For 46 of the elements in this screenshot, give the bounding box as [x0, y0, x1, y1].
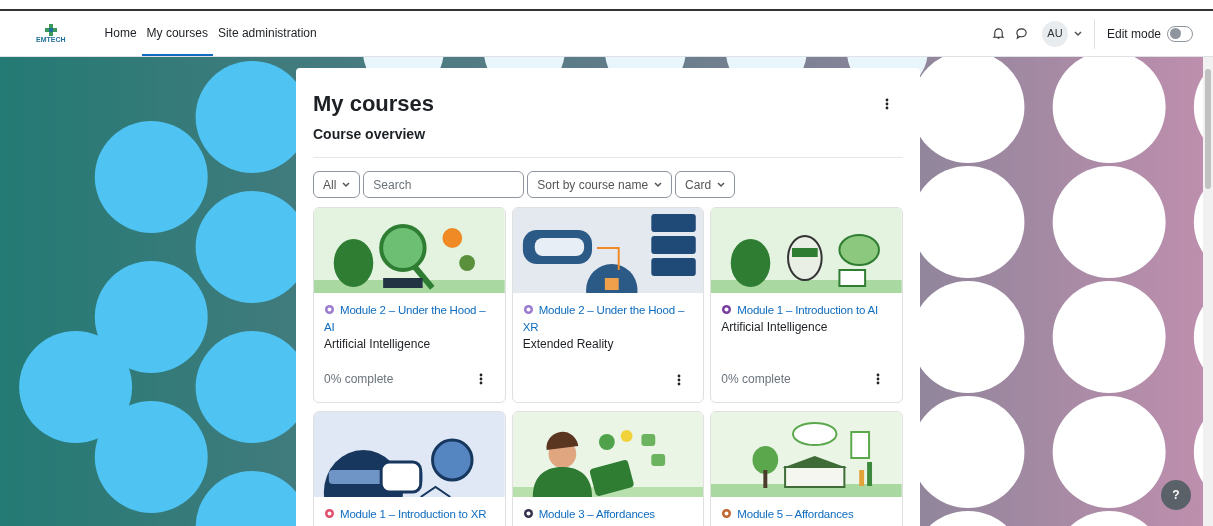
chevron-down-icon	[717, 181, 726, 188]
chevron-down-icon	[342, 181, 351, 188]
scrollbar-thumb[interactable]	[1205, 69, 1211, 189]
course-icon	[324, 508, 335, 519]
course-icon	[324, 304, 335, 315]
course-title-link[interactable]: Module 5 – Affordances	[721, 506, 892, 523]
kebab-icon	[478, 373, 483, 385]
course-title-link[interactable]: Module 2 – Under the Hood – AI	[324, 302, 495, 336]
logo-icon	[44, 23, 57, 36]
search-field[interactable]: Search	[363, 171, 525, 198]
nav-link[interactable]: Site administration	[212, 11, 322, 56]
edit-mode-toggle[interactable]	[1167, 25, 1193, 42]
sort-dropdown[interactable]: Sort by course name	[527, 171, 673, 198]
kebab-icon	[876, 373, 880, 385]
course-card[interactable]: Module 1 – Introduction to AI Artificial Intelligence 0% complete	[710, 207, 903, 403]
grouping-dropdown[interactable]: All	[313, 171, 361, 198]
course-icon	[522, 508, 534, 519]
course-title-link[interactable]: Module 1 – Introduction to AI	[721, 302, 892, 319]
course-icon	[721, 304, 733, 315]
edit-mode-label: Edit mode	[1106, 25, 1161, 43]
course-category: Extended Reality	[522, 336, 615, 353]
progress-text: 0% complete	[721, 371, 791, 388]
kebab-icon	[885, 98, 889, 110]
chevron-down-icon	[1073, 30, 1082, 37]
user-avatar[interactable]: AU	[1041, 20, 1068, 47]
progress-text: 0% complete	[324, 371, 394, 388]
course-card[interactable]: Module 1 – Introduction to XR	[313, 411, 506, 526]
course-title-link[interactable]: Module 2 – Under the Hood – XR	[522, 302, 694, 336]
page-title: My courses	[313, 90, 435, 118]
chevron-down-icon	[654, 181, 663, 188]
course-icon	[721, 508, 733, 519]
course-title-link[interactable]: Module 3 – Affordances	[522, 506, 694, 523]
course-icon	[522, 304, 534, 315]
message-icon[interactable]	[1014, 27, 1028, 40]
kebab-icon	[677, 374, 682, 386]
notification-bell-icon[interactable]	[991, 27, 1005, 40]
course-card[interactable]: Module 5 – Affordances	[710, 411, 903, 526]
course-card[interactable]: Module 2 – Under the Hood – AI Artificial Intelligence 0% complete	[313, 207, 506, 403]
view-dropdown[interactable]: Card	[675, 171, 736, 198]
course-card[interactable]: Module 3 – Affordances	[511, 411, 705, 526]
course-title-link[interactable]: Module 1 – Introduction to XR	[324, 506, 495, 523]
course-category: Artificial Intelligence	[324, 336, 432, 353]
course-category: Artificial Intelligence	[721, 319, 829, 336]
course-card[interactable]: Module 2 – Under the Hood – XR Extended Reality	[511, 207, 705, 403]
section-title: Course overview	[313, 124, 903, 158]
nav-link[interactable]: Home	[99, 11, 142, 56]
